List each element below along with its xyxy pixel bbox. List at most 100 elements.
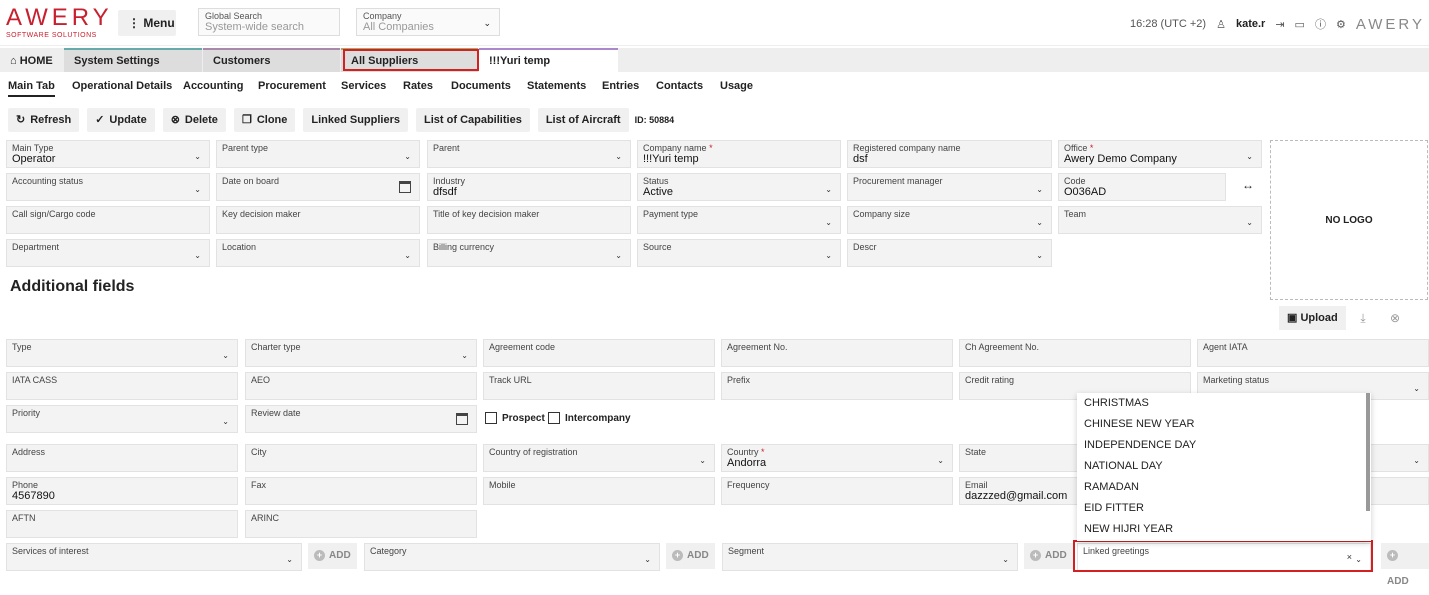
dropdown-option[interactable]: NATIONAL DAY <box>1077 456 1371 477</box>
frequency-field[interactable]: Frequency <box>721 477 953 505</box>
segment-select[interactable]: Segment ⌄ <box>722 543 1018 571</box>
refresh-button[interactable]: ↻ Refresh <box>8 108 80 132</box>
call-sign-field[interactable]: Call sign/Cargo code <box>6 206 210 234</box>
dropdown-option[interactable]: CHRISTMAS <box>1077 393 1371 414</box>
address-field[interactable]: Address <box>6 444 238 472</box>
source-select[interactable]: Source ⌄ <box>637 239 841 267</box>
subtab-usage[interactable]: Usage <box>720 80 753 92</box>
track-url-field[interactable]: Track URL <box>483 372 715 400</box>
delete-button[interactable]: ⊗ Delete <box>162 108 226 132</box>
awery-logo[interactable]: AWERY SOFTWARE SOLUTIONS <box>6 6 109 40</box>
procurement-manager-select[interactable]: Procurement manager ⌄ <box>847 173 1052 201</box>
location-select[interactable]: Location ⌄ <box>216 239 420 267</box>
chat-icon[interactable]: ▭ <box>1295 18 1305 31</box>
logout-icon[interactable]: ⇥ <box>1275 18 1284 31</box>
charter-type-select[interactable]: Charter type ⌄ <box>245 339 477 367</box>
dropdown-option[interactable]: RAMADAN <box>1077 477 1371 498</box>
add-services-button[interactable]: + ADD <box>308 543 357 569</box>
add-greetings-button[interactable]: + ADD <box>1381 543 1429 587</box>
dropdown-scrollbar[interactable] <box>1366 393 1370 511</box>
fax-field[interactable]: Fax <box>245 477 477 505</box>
subtab-procurement[interactable]: Procurement <box>258 80 326 92</box>
accounting-status-select[interactable]: Accounting status ⌄ <box>6 173 210 201</box>
calendar-icon[interactable] <box>399 181 411 193</box>
subtab-main[interactable]: Main Tab <box>8 80 55 97</box>
add-segment-button[interactable]: + ADD <box>1024 543 1073 569</box>
aftn-field[interactable]: AFTN <box>6 510 238 538</box>
prefix-field[interactable]: Prefix <box>721 372 953 400</box>
linked-suppliers-button[interactable]: Linked Suppliers <box>303 108 409 132</box>
office-select[interactable]: Office * Awery Demo Company ⌄ <box>1058 140 1262 168</box>
title-decision-maker-field[interactable]: Title of key decision maker <box>427 206 631 234</box>
agreement-code-field[interactable]: Agreement code <box>483 339 715 367</box>
tab-home[interactable]: ⌂ HOME <box>0 48 64 72</box>
capabilities-button[interactable]: List of Capabilities <box>416 108 530 132</box>
country-select[interactable]: Country * Andorra ⌄ <box>721 444 953 472</box>
subtab-operational[interactable]: Operational Details <box>72 80 172 92</box>
aeo-field[interactable]: AEO <box>245 372 477 400</box>
services-interest-select[interactable]: Services of interest ⌄ <box>6 543 302 571</box>
tab-customers[interactable]: Customers <box>203 48 340 72</box>
user-name[interactable]: kate.r <box>1236 18 1265 30</box>
subtab-statements[interactable]: Statements <box>527 80 586 92</box>
priority-select[interactable]: Priority ⌄ <box>6 405 238 433</box>
team-select[interactable]: Team ⌄ <box>1058 206 1262 234</box>
company-name-field[interactable]: Company name * !!!Yuri temp <box>637 140 841 168</box>
subtab-accounting[interactable]: Accounting <box>183 80 244 92</box>
category-select[interactable]: Category ⌄ <box>364 543 660 571</box>
subtab-services[interactable]: Services <box>341 80 386 92</box>
info-icon[interactable]: ⓘ <box>1315 16 1326 32</box>
aircraft-button[interactable]: List of Aircraft <box>537 108 629 132</box>
phone-field[interactable]: Phone 4567890 <box>6 477 238 505</box>
menu-button[interactable]: ⋮ Menu <box>118 10 176 36</box>
company-select[interactable]: Company All Companies ⌄ <box>356 8 500 36</box>
review-date-field[interactable]: Review date <box>245 405 477 433</box>
iata-cass-field[interactable]: IATA CASS <box>6 372 238 400</box>
upload-button[interactable]: ▣ Upload <box>1279 306 1346 330</box>
global-search-input[interactable]: Global Search System-wide search <box>198 8 340 36</box>
intercompany-checkbox[interactable]: Intercompany <box>548 412 631 424</box>
gear-icon[interactable]: ⚙ <box>1336 18 1346 31</box>
calendar-icon[interactable] <box>456 413 468 425</box>
main-type-select[interactable]: Main Type Operator ⌄ <box>6 140 210 168</box>
clone-button[interactable]: ❐ Clone <box>233 108 296 132</box>
dropdown-option[interactable]: EID FITTER <box>1077 498 1371 519</box>
code-field[interactable]: Code O036AD <box>1058 173 1226 201</box>
status-select[interactable]: Status Active ⌄ <box>637 173 841 201</box>
parent-select[interactable]: Parent ⌄ <box>427 140 631 168</box>
agent-iata-field[interactable]: Agent IATA <box>1197 339 1429 367</box>
agreement-no-field[interactable]: Agreement No. <box>721 339 953 367</box>
download-icon[interactable]: ⤓ <box>1351 306 1375 330</box>
tab-yuri-temp[interactable]: !!!Yuri temp <box>479 48 618 72</box>
subtab-documents[interactable]: Documents <box>451 80 511 92</box>
department-select[interactable]: Department ⌄ <box>6 239 210 267</box>
city-field[interactable]: City <box>245 444 477 472</box>
mobile-field[interactable]: Mobile <box>483 477 715 505</box>
prospect-checkbox[interactable]: Prospect <box>485 412 545 424</box>
dropdown-option[interactable]: NEW HIJRI YEAR <box>1077 519 1371 540</box>
key-decision-maker-field[interactable]: Key decision maker <box>216 206 420 234</box>
registered-name-field[interactable]: Registered company name dsf <box>847 140 1052 168</box>
dropdown-option[interactable]: INDEPENDENCE DAY <box>1077 435 1371 456</box>
parent-type-select[interactable]: Parent type ⌄ <box>216 140 420 168</box>
arinc-field[interactable]: ARINC <box>245 510 477 538</box>
logo-placeholder[interactable]: NO LOGO <box>1270 140 1428 300</box>
date-on-board-field[interactable]: Date on board <box>216 173 420 201</box>
swap-icon[interactable]: ↔ <box>1236 178 1260 198</box>
billing-currency-select[interactable]: Billing currency ⌄ <box>427 239 631 267</box>
update-button[interactable]: ✓ Update <box>87 108 155 132</box>
tab-system-settings[interactable]: System Settings <box>64 48 202 72</box>
company-size-select[interactable]: Company size ⌄ <box>847 206 1052 234</box>
descr-select[interactable]: Descr ⌄ <box>847 239 1052 267</box>
ch-agreement-field[interactable]: Ch Agreement No. <box>959 339 1191 367</box>
subtab-rates[interactable]: Rates <box>403 80 433 92</box>
dropdown-option[interactable]: CHINESE NEW YEAR <box>1077 414 1371 435</box>
type-select[interactable]: Type ⌄ <box>6 339 238 367</box>
country-registration-select[interactable]: Country of registration ⌄ <box>483 444 715 472</box>
subtab-contacts[interactable]: Contacts <box>656 80 703 92</box>
payment-type-select[interactable]: Payment type ⌄ <box>637 206 841 234</box>
remove-icon[interactable]: ⊗ <box>1383 306 1407 330</box>
add-category-button[interactable]: + ADD <box>666 543 715 569</box>
subtab-entries[interactable]: Entries <box>602 80 639 92</box>
industry-field[interactable]: Industry dfsdf <box>427 173 631 201</box>
